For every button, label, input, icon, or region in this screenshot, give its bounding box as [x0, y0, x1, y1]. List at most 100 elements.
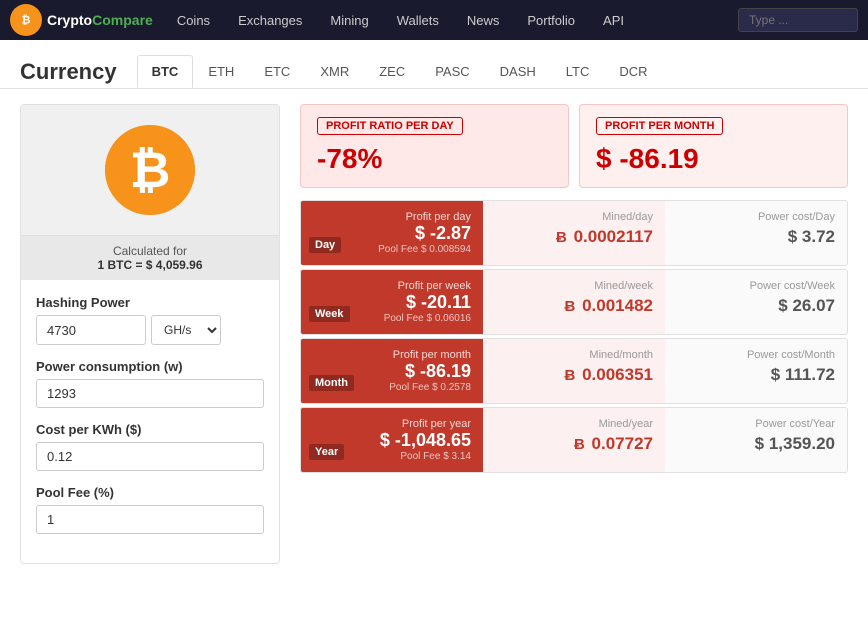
period-badge: Week: [309, 306, 350, 322]
power-label: Power cost/Month: [677, 349, 835, 361]
profit-month-value: $ -86.19: [596, 143, 831, 175]
table-row: Profit per year $ -1,048.65 Pool Fee $ 3…: [300, 407, 848, 473]
right-panel: PROFIT RATIO PER DAY -78% PROFIT PER MON…: [300, 104, 848, 564]
mined-cell-day: Mined/day Ƀ 0.0002117: [483, 201, 665, 265]
mined-value: Ƀ 0.001482: [565, 296, 653, 315]
profit-ratio-card: PROFIT RATIO PER DAY -78%: [300, 104, 569, 188]
logo-text: CryptoCompare: [47, 12, 153, 28]
hashing-power-group: Hashing Power GH/s MH/s TH/s: [36, 295, 264, 345]
profit-cell-month: Profit per month $ -86.19 Pool Fee $ 0.2…: [301, 339, 483, 403]
tab-pasc[interactable]: PASC: [420, 55, 484, 88]
profit-label: Profit per year: [313, 418, 471, 430]
profit-cell-year: Profit per year $ -1,048.65 Pool Fee $ 3…: [301, 408, 483, 472]
table-row: Profit per week $ -20.11 Pool Fee $ 0.06…: [300, 269, 848, 335]
tab-xmr[interactable]: XMR: [305, 55, 364, 88]
power-cell-day: Power cost/Day $ 3.72: [665, 201, 847, 265]
data-rows: Profit per day $ -2.87 Pool Fee $ 0.0085…: [300, 200, 848, 473]
tab-eth[interactable]: ETH: [193, 55, 249, 88]
table-row: Profit per day $ -2.87 Pool Fee $ 0.0085…: [300, 200, 848, 266]
mined-cell-week: Mined/week Ƀ 0.001482: [483, 270, 665, 334]
coin-icon-area: ₿: [21, 105, 279, 236]
tab-zec[interactable]: ZEC: [364, 55, 420, 88]
nav-links: Coins Exchanges Mining Wallets News Port…: [163, 0, 738, 40]
power-cell-month: Power cost/Month $ 111.72: [665, 339, 847, 403]
nav-coins[interactable]: Coins: [163, 0, 224, 40]
mined-label: Mined/week: [495, 280, 653, 292]
nav-news[interactable]: News: [453, 0, 514, 40]
power-value: $ 3.72: [788, 227, 835, 246]
nav-portfolio[interactable]: Portfolio: [513, 0, 589, 40]
mined-value: Ƀ 0.07727: [574, 434, 653, 453]
calc-info: Calculated for 1 BTC = $ 4,059.96: [21, 236, 279, 280]
tab-dash[interactable]: DASH: [485, 55, 551, 88]
power-consumption-label: Power consumption (w): [36, 359, 264, 374]
cost-per-kwh-group: Cost per KWh ($): [36, 422, 264, 471]
power-value: $ 26.07: [778, 296, 835, 315]
logo[interactable]: ₿ CryptoCompare: [10, 4, 153, 36]
profit-month-card: PROFIT PER MONTH $ -86.19: [579, 104, 848, 188]
nav-exchanges[interactable]: Exchanges: [224, 0, 316, 40]
profit-cell-day: Profit per day $ -2.87 Pool Fee $ 0.0085…: [301, 201, 483, 265]
main-content: Currency BTC ETH ETC XMR ZEC PASC DASH L…: [0, 40, 868, 619]
mined-label: Mined/month: [495, 349, 653, 361]
mined-cell-year: Mined/year Ƀ 0.07727: [483, 408, 665, 472]
cost-per-kwh-label: Cost per KWh ($): [36, 422, 264, 437]
content-area: ₿ Calculated for 1 BTC = $ 4,059.96 Hash…: [0, 89, 868, 579]
power-label: Power cost/Week: [677, 280, 835, 292]
table-row: Profit per month $ -86.19 Pool Fee $ 0.2…: [300, 338, 848, 404]
navbar: ₿ CryptoCompare Coins Exchanges Mining W…: [0, 0, 868, 40]
hashing-power-row: GH/s MH/s TH/s: [36, 315, 264, 345]
power-consumption-input[interactable]: [36, 379, 264, 408]
mined-value: Ƀ 0.006351: [565, 365, 653, 384]
power-cell-week: Power cost/Week $ 26.07: [665, 270, 847, 334]
mined-label: Mined/day: [495, 211, 653, 223]
power-label: Power cost/Year: [677, 418, 835, 430]
power-value: $ 111.72: [771, 365, 835, 384]
period-badge: Day: [309, 237, 341, 253]
tab-ltc[interactable]: LTC: [551, 55, 605, 88]
svg-text:₿: ₿: [130, 142, 171, 198]
tab-dcr[interactable]: DCR: [604, 55, 662, 88]
profit-label: Profit per week: [313, 280, 471, 292]
profit-label: Profit per month: [313, 349, 471, 361]
tab-etc[interactable]: ETC: [249, 55, 305, 88]
tab-btc[interactable]: BTC: [137, 55, 194, 88]
cost-per-kwh-input[interactable]: [36, 442, 264, 471]
profit-ratio-value: -78%: [317, 143, 552, 175]
period-badge: Year: [309, 444, 344, 460]
nav-search-area: [738, 8, 858, 32]
form-area: Hashing Power GH/s MH/s TH/s Power consu…: [21, 280, 279, 563]
profit-ratio-label: PROFIT RATIO PER DAY: [317, 117, 463, 135]
power-cell-year: Power cost/Year $ 1,359.20: [665, 408, 847, 472]
profit-month-label: PROFIT PER MONTH: [596, 117, 723, 135]
period-badge: Month: [309, 375, 354, 391]
power-value: $ 1,359.20: [755, 434, 835, 453]
btc-logo: ₿: [105, 125, 195, 215]
hashing-power-input[interactable]: [36, 315, 146, 345]
currency-header: Currency BTC ETH ETC XMR ZEC PASC DASH L…: [0, 40, 868, 89]
hashing-power-unit[interactable]: GH/s MH/s TH/s: [151, 315, 221, 345]
calc-label: Calculated for: [29, 244, 271, 258]
nav-mining[interactable]: Mining: [316, 0, 382, 40]
profit-label: Profit per day: [313, 211, 471, 223]
summary-cards: PROFIT RATIO PER DAY -78% PROFIT PER MON…: [300, 104, 848, 188]
pool-fee-input[interactable]: [36, 505, 264, 534]
power-label: Power cost/Day: [677, 211, 835, 223]
profit-cell-week: Profit per week $ -20.11 Pool Fee $ 0.06…: [301, 270, 483, 334]
pool-fee-label: Pool Fee (%): [36, 485, 264, 500]
hashing-power-label: Hashing Power: [36, 295, 264, 310]
search-input[interactable]: [738, 8, 858, 32]
power-consumption-group: Power consumption (w): [36, 359, 264, 408]
nav-api[interactable]: API: [589, 0, 638, 40]
mined-cell-month: Mined/month Ƀ 0.006351: [483, 339, 665, 403]
mined-label: Mined/year: [495, 418, 653, 430]
svg-text:₿: ₿: [22, 15, 31, 27]
nav-wallets[interactable]: Wallets: [383, 0, 453, 40]
logo-icon: ₿: [10, 4, 42, 36]
currency-tabs: BTC ETH ETC XMR ZEC PASC DASH LTC DCR: [137, 55, 663, 88]
pool-fee-group: Pool Fee (%): [36, 485, 264, 534]
left-panel: ₿ Calculated for 1 BTC = $ 4,059.96 Hash…: [20, 104, 280, 564]
calc-rate: 1 BTC = $ 4,059.96: [29, 258, 271, 272]
page-title: Currency: [20, 59, 117, 85]
mined-value: Ƀ 0.0002117: [556, 227, 653, 246]
